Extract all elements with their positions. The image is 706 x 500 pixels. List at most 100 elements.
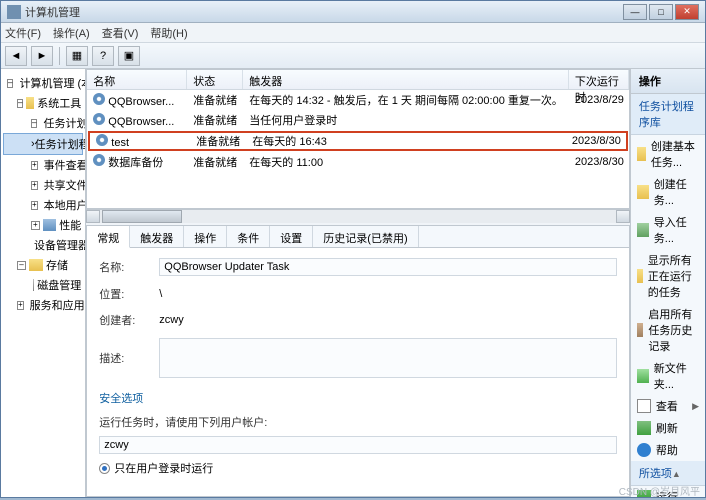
running-icon [637, 269, 643, 283]
tree-local-users[interactable]: +本地用户和组 [3, 195, 83, 215]
radio-label: 只在用户登录时运行 [114, 460, 213, 476]
security-title: 安全选项 [99, 390, 617, 406]
table-row[interactable]: QQBrowser... 准备就绪 在每天的 14:32 - 触发后，在 1 天… [87, 90, 629, 110]
toolbar: ◄ ► ▦ ? ▣ [1, 43, 705, 69]
tree-task-scheduler[interactable]: –任务计划程序 [3, 113, 83, 133]
col-trigger[interactable]: 触发器 [243, 70, 569, 89]
tree-device-manager[interactable]: 设备管理器 [3, 235, 83, 255]
tool-button-1[interactable]: ▦ [66, 46, 88, 66]
location-value: \ [159, 288, 162, 300]
action-new-folder[interactable]: 新文件夹... [631, 357, 705, 395]
actions-section-library: 任务计划程序库 [631, 94, 705, 135]
close-button[interactable]: ✕ [675, 4, 699, 20]
desc-field[interactable] [159, 338, 617, 378]
author-value: zcwy [159, 314, 183, 326]
tree-services[interactable]: +服务和应用程序 [3, 295, 83, 315]
tree-label: 性能 [59, 217, 81, 233]
scroll-right-button[interactable] [616, 210, 630, 223]
forward-button[interactable]: ► [31, 46, 53, 66]
tree-panel[interactable]: –计算机管理 (本地) –系统工具 –任务计划程序 › 任务计划程序库 +事件查… [1, 69, 86, 497]
tab-history[interactable]: 历史记录(已禁用) [313, 226, 418, 247]
menubar: 文件(F) 操作(A) 查看(V) 帮助(H) [1, 23, 705, 43]
scroll-left-button[interactable] [86, 210, 100, 223]
tree-shared-folders[interactable]: +共享文件夹 [3, 175, 83, 195]
table-row[interactable]: 数据库备份 准备就绪 在每天的 11:00 2023/8/30 [87, 152, 629, 172]
window-title: 计算机管理 [25, 4, 623, 20]
name-label: 名称: [99, 259, 159, 275]
col-next[interactable]: 下次运行时 [569, 70, 629, 89]
back-button[interactable]: ◄ [5, 46, 27, 66]
tree-event-viewer[interactable]: +事件查看器 [3, 155, 83, 175]
action-show-running[interactable]: 显示所有正在运行的任务 [631, 249, 705, 303]
desc-label: 描述: [99, 350, 159, 366]
help-icon [637, 443, 651, 457]
tree-label: 服务和应用程序 [30, 297, 87, 313]
maximize-button[interactable]: □ [649, 4, 673, 20]
tree-disk-mgmt[interactable]: 磁盘管理 [3, 275, 83, 295]
tree-label: 计算机管理 (本地) [19, 75, 86, 91]
history-icon [637, 323, 643, 337]
tree-system-tools[interactable]: –系统工具 [3, 93, 83, 113]
task-icon [637, 185, 649, 199]
titlebar: 计算机管理 — □ ✕ [1, 1, 705, 23]
table-row[interactable]: QQBrowser... 准备就绪 当任何用户登录时 [87, 110, 629, 130]
tab-general[interactable]: 常规 [87, 226, 130, 248]
action-enable-history[interactable]: 启用所有任务历史记录 [631, 303, 705, 357]
tree-label: 系统工具 [37, 95, 81, 111]
task-list[interactable]: 名称 状态 触发器 下次运行时 QQBrowser... 准备就绪 在每天的 1… [86, 69, 630, 209]
col-status[interactable]: 状态 [187, 70, 243, 89]
tree-label: 磁盘管理 [37, 277, 81, 293]
actions-panel: 操作 任务计划程序库 创建基本任务... 创建任务... 导入任务... 显示所… [631, 69, 705, 497]
action-help[interactable]: 帮助 [631, 439, 705, 461]
tree-label: 共享文件夹 [44, 177, 87, 193]
menu-action[interactable]: 操作(A) [53, 25, 90, 41]
tree-label: 存储 [46, 257, 68, 273]
minimize-button[interactable]: — [623, 4, 647, 20]
tab-triggers[interactable]: 触发器 [130, 226, 184, 247]
tab-conditions[interactable]: 条件 [227, 226, 270, 247]
list-header: 名称 状态 触发器 下次运行时 [87, 70, 629, 90]
location-label: 位置: [99, 286, 159, 302]
task-icon [637, 147, 646, 161]
scroll-thumb[interactable] [102, 210, 182, 223]
radio-login-only[interactable] [99, 463, 110, 474]
security-account: zcwy [99, 436, 617, 454]
refresh-icon [637, 421, 651, 435]
task-icon [96, 134, 108, 146]
tree-performance[interactable]: +性能 [3, 215, 83, 235]
menu-view[interactable]: 查看(V) [102, 25, 139, 41]
tree-label: 任务计划程序库 [35, 136, 87, 152]
action-refresh[interactable]: 刷新 [631, 417, 705, 439]
newfolder-icon [637, 369, 649, 383]
col-name[interactable]: 名称 [87, 70, 187, 89]
tree-label: 任务计划程序 [43, 115, 86, 131]
security-text: 运行任务时，请使用下列用户帐户: [99, 414, 617, 430]
chevron-right-icon: ▶ [692, 401, 699, 412]
action-create-task[interactable]: 创建任务... [631, 173, 705, 211]
import-icon [637, 223, 649, 237]
app-icon [7, 5, 21, 19]
action-create-basic[interactable]: 创建基本任务... [631, 135, 705, 173]
tab-settings[interactable]: 设置 [270, 226, 313, 247]
tree-label: 本地用户和组 [44, 197, 87, 213]
action-import[interactable]: 导入任务... [631, 211, 705, 249]
horizontal-scrollbar[interactable] [86, 209, 630, 223]
table-row-highlighted[interactable]: test 准备就绪 在每天的 16:43 2023/8/30 [88, 131, 628, 151]
name-field[interactable]: QQBrowser Updater Task [159, 258, 617, 276]
menu-file[interactable]: 文件(F) [5, 25, 41, 41]
action-view[interactable]: 查看▶ [631, 395, 705, 417]
tabs: 常规 触发器 操作 条件 设置 历史记录(已禁用) [87, 226, 629, 248]
tree-task-library[interactable]: › 任务计划程序库 [3, 133, 83, 155]
actions-header: 操作 [631, 69, 705, 94]
tool-button-3[interactable]: ▣ [118, 46, 140, 66]
view-icon [637, 399, 651, 413]
task-icon [93, 93, 105, 105]
details-panel: 常规 触发器 操作 条件 设置 历史记录(已禁用) 名称: QQBrowser … [86, 225, 630, 497]
watermark: CSDN @岁月风平 [619, 483, 700, 498]
tree-label: 事件查看器 [44, 157, 87, 173]
tree-root[interactable]: –计算机管理 (本地) [3, 73, 83, 93]
menu-help[interactable]: 帮助(H) [150, 25, 187, 41]
tree-storage[interactable]: –存储 [3, 255, 83, 275]
tab-actions[interactable]: 操作 [184, 226, 227, 247]
tool-button-2[interactable]: ? [92, 46, 114, 66]
